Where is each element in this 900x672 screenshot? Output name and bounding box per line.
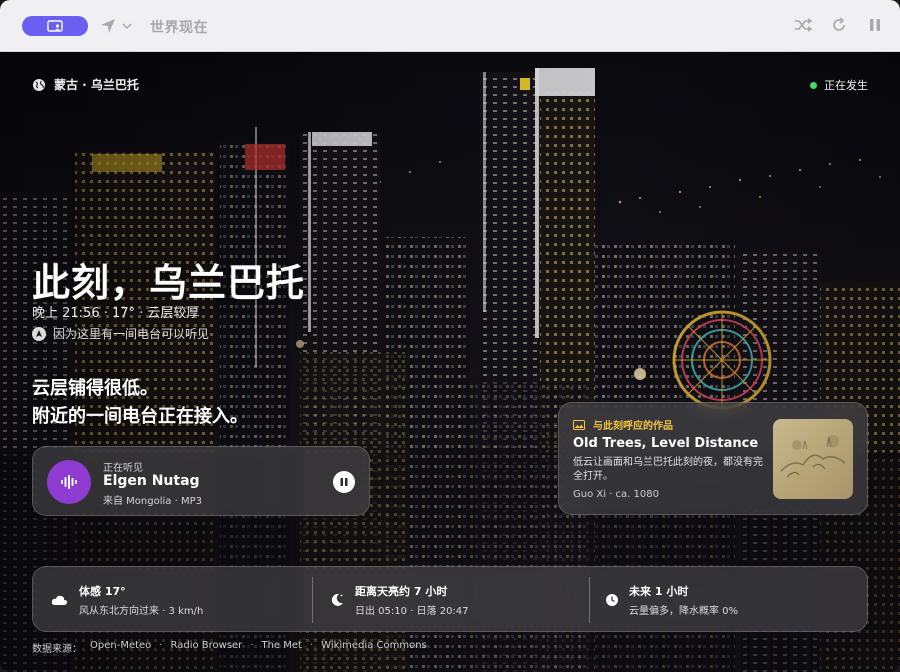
source-link-the-met[interactable]: The Met bbox=[261, 640, 301, 655]
artwork-header: 与此刻呼应的作品 bbox=[573, 417, 673, 432]
image-icon bbox=[573, 419, 585, 430]
artwork-thumbnail[interactable] bbox=[773, 419, 853, 499]
data-sources-footer: 数据来源： Open-Meteo · Radio Browser · The M… bbox=[32, 640, 427, 655]
hero-subtitle: 晚上 21:56 · 17° · 云层较厚 bbox=[32, 306, 200, 321]
location-label: 蒙古 · 乌兰巴托 bbox=[32, 76, 139, 93]
divider bbox=[312, 577, 313, 623]
reason-text: 因为这里有一间电台可以听见 bbox=[53, 327, 210, 341]
refresh-icon bbox=[833, 17, 845, 31]
navigate-menu-button[interactable] bbox=[100, 16, 136, 36]
titlebar-actions bbox=[794, 14, 884, 36]
source-link-wikimedia[interactable]: Wikimedia Commons bbox=[321, 640, 427, 655]
artwork-card[interactable]: 与此刻呼应的作品 Old Trees, Level Distance 低云让画面… bbox=[558, 402, 868, 515]
artwork-credit: Guo Xi · ca. 1080 bbox=[573, 489, 659, 500]
artwork-description: 低云让画面和乌兰巴托此刻的夜，都没有完全打开。 bbox=[573, 457, 763, 482]
waveform-icon bbox=[61, 475, 77, 489]
separator-dot: · bbox=[159, 640, 163, 651]
hero-line-1: 云层铺得很低。 bbox=[32, 378, 158, 399]
forecast-cell: 未来 1 小时 云量偏多，降水概率 0% bbox=[605, 567, 738, 633]
moon-stars-icon bbox=[331, 593, 343, 606]
sun-cell: 距离天亮约 7 小时 日出 05:10 · 日落 20:47 bbox=[329, 567, 469, 633]
station-source: 来自 Mongolia · MP3 bbox=[103, 496, 202, 507]
forecast-subtitle: 云量偏多，降水概率 0% bbox=[629, 606, 739, 617]
pause-icon bbox=[870, 19, 880, 31]
location-arrow-icon bbox=[101, 19, 115, 33]
station-name: Elgen Nutag bbox=[103, 473, 200, 489]
city-scene: 蒙古 · 乌兰巴托 正在发生 此刻，乌兰巴托 晚上 21:56 · 17° · … bbox=[0, 52, 900, 672]
pause-button[interactable] bbox=[866, 14, 884, 36]
weather-title: 体感 17° bbox=[79, 585, 126, 598]
globe-icon bbox=[33, 78, 45, 91]
refresh-button[interactable] bbox=[830, 14, 848, 36]
shuffle-button[interactable] bbox=[794, 14, 812, 36]
playback-pause-button[interactable] bbox=[333, 471, 355, 493]
chevron-down-icon bbox=[122, 23, 132, 30]
separator-dot: · bbox=[250, 640, 254, 651]
source-link-radio-browser[interactable]: Radio Browser bbox=[170, 640, 242, 655]
weather-subtitle: 风从东北方向过来 · 3 km/h bbox=[79, 606, 204, 617]
hero-reason: 因为这里有一间电台可以听见 bbox=[32, 325, 209, 342]
clock-icon bbox=[606, 594, 618, 606]
separator-dot: · bbox=[309, 640, 314, 651]
app-title: 世界现在 bbox=[150, 20, 208, 36]
divider bbox=[589, 577, 590, 623]
artwork-header-text: 与此刻呼应的作品 bbox=[593, 421, 673, 432]
view-toggle-button[interactable] bbox=[22, 16, 88, 36]
now-playing-card[interactable]: 正在听见 Elgen Nutag 来自 Mongolia · MP3 bbox=[32, 446, 370, 516]
live-indicator: 正在发生 bbox=[810, 77, 868, 93]
artwork-title: Old Trees, Level Distance bbox=[573, 436, 759, 451]
now-playing-label: 正在听见 bbox=[103, 463, 143, 474]
footer-label: 数据来源： bbox=[32, 644, 82, 655]
pause-icon bbox=[340, 478, 348, 486]
live-text: 正在发生 bbox=[824, 79, 868, 92]
conditions-bar: 体感 17° 风从东北方向过来 · 3 km/h 距离天亮约 7 小时 日出 0… bbox=[32, 566, 868, 632]
live-dot-icon bbox=[810, 81, 817, 89]
forecast-title: 未来 1 小时 bbox=[629, 585, 689, 598]
location-text: 蒙古 · 乌兰巴托 bbox=[54, 78, 139, 92]
landscape-painting-image bbox=[780, 435, 846, 478]
hero-line-2: 附近的一间电台正在接入。 bbox=[32, 406, 248, 427]
sun-subtitle: 日出 05:10 · 日落 20:47 bbox=[355, 606, 469, 617]
station-avatar bbox=[47, 460, 91, 504]
cloud-icon bbox=[51, 595, 68, 605]
app-window: 世界现在 蒙古 · 乌兰巴托 正在发生 此刻，乌兰巴托 晚上 21:56 · 1… bbox=[0, 0, 900, 672]
broadcast-icon bbox=[32, 326, 46, 341]
sun-title: 距离天亮约 7 小时 bbox=[355, 585, 448, 598]
title-bar: 世界现在 bbox=[0, 0, 900, 52]
weather-cell: 体感 17° 风从东北方向过来 · 3 km/h bbox=[51, 567, 203, 633]
shuffle-icon bbox=[795, 18, 812, 32]
hero-title: 此刻，乌兰巴托 bbox=[32, 261, 306, 305]
source-link-open-meteo[interactable]: Open-Meteo bbox=[90, 640, 151, 655]
window-user-icon bbox=[47, 20, 63, 32]
